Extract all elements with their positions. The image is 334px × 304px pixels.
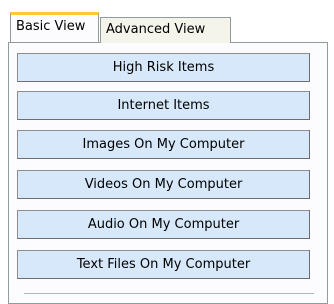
tab-basic-view[interactable]: Basic View (10, 12, 99, 42)
tab-advanced-view[interactable]: Advanced View (100, 17, 231, 43)
videos-on-my-computer-button[interactable]: Videos On My Computer (17, 170, 310, 199)
panel-divider (24, 293, 314, 294)
images-on-my-computer-button[interactable]: Images On My Computer (17, 130, 310, 159)
audio-on-my-computer-button[interactable]: Audio On My Computer (17, 210, 310, 239)
text-files-on-my-computer-button[interactable]: Text Files On My Computer (17, 250, 310, 279)
internet-items-button[interactable]: Internet Items (17, 91, 310, 120)
high-risk-items-button[interactable]: High Risk Items (17, 53, 310, 82)
view-tabs: Basic View Advanced View (8, 11, 328, 43)
